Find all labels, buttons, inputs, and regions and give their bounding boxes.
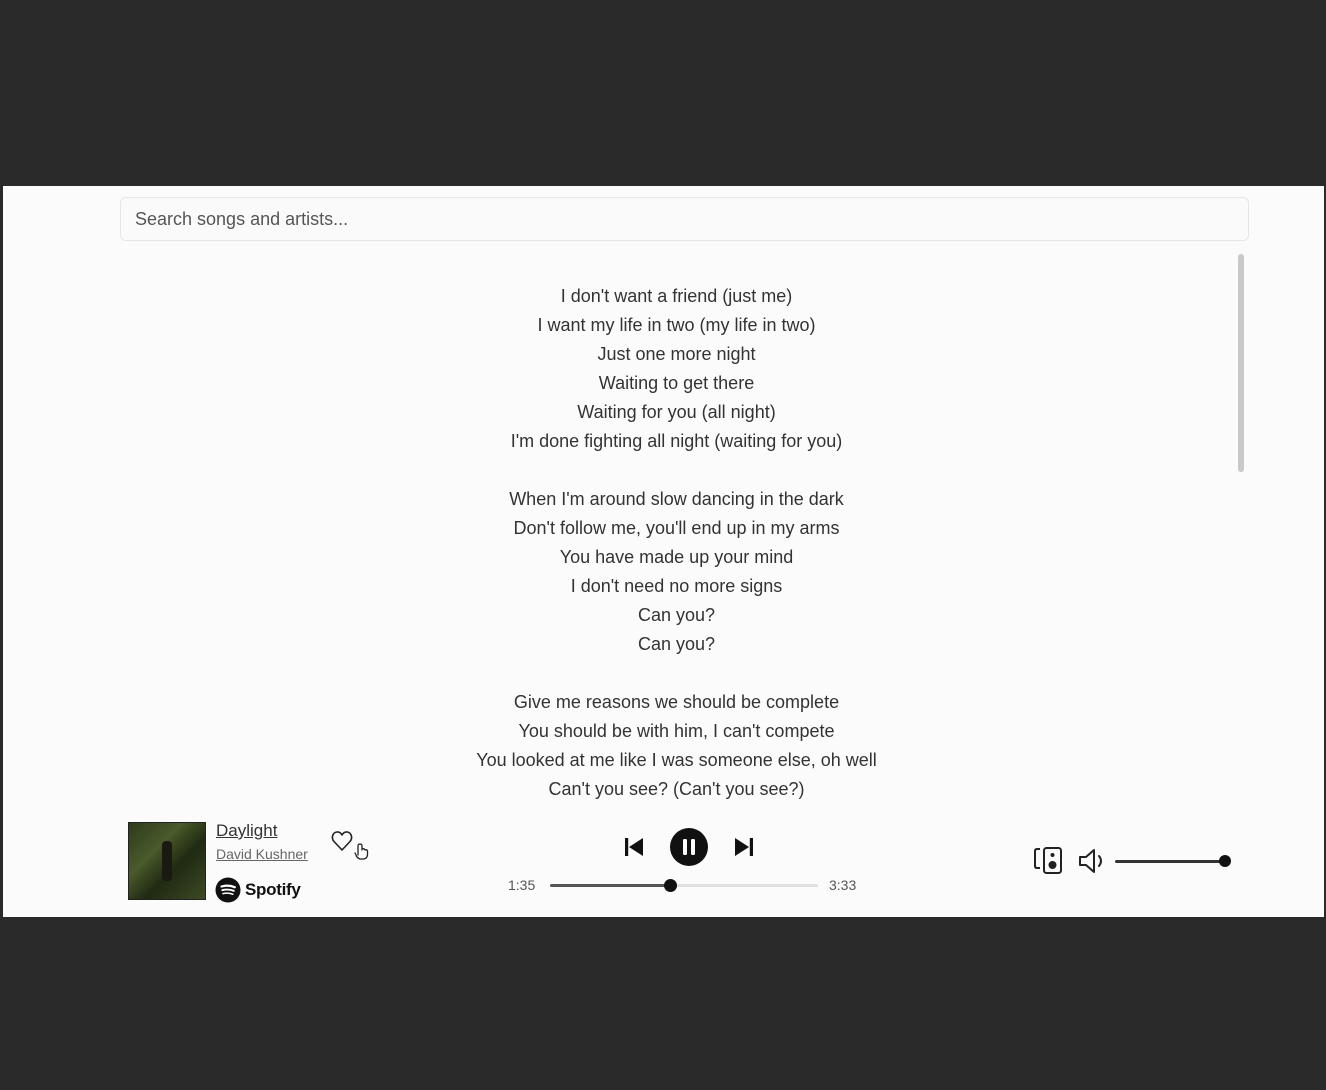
volume-icon[interactable] [1077,846,1109,876]
spotify-source[interactable]: Spotify [215,877,301,903]
app-window: I don't want a friend (just me) I want my… [3,186,1324,917]
skip-next-icon[interactable] [731,834,757,860]
lyric-line: Can you? [637,605,716,625]
lyrics-stanza: I don't want a friend (just me) I want my… [120,282,1233,456]
progress-slider[interactable] [550,879,818,892]
album-art[interactable] [128,822,206,900]
heart-icon[interactable] [331,828,373,862]
lyric-line: When I'm around slow dancing in the dark [509,489,844,509]
lyric-line: Just one more night [597,344,756,364]
current-time: 1:35 [508,877,536,893]
lyrics-text: I don't want a friend (just me) I want my… [120,282,1233,802]
lyric-line: Waiting to get there [598,373,755,393]
volume-track[interactable] [1115,860,1225,863]
volume-slider[interactable] [1115,855,1231,867]
progress-fill [550,884,670,887]
volume-thumb[interactable] [1219,855,1231,867]
player-bar: Daylight David Kushner Spotify 1:35 3:33 [3,802,1324,917]
lyric-line: You looked at me like I was someone else… [476,750,877,770]
total-time: 3:33 [829,877,857,893]
lyric-line: Give me reasons we should be complete [513,692,840,712]
lyric-line: You should be with him, I can't compete [518,721,835,741]
lyrics-stanza: When I'm around slow dancing in the dark… [120,485,1233,659]
progress-thumb[interactable] [663,879,677,892]
pause-icon[interactable] [669,827,709,867]
lyric-line: I want my life in two (my life in two) [537,315,816,335]
track-title-link[interactable]: Daylight [216,821,277,841]
playback-controls [621,827,757,867]
skip-previous-icon[interactable] [621,834,647,860]
connect-device-icon[interactable] [1033,846,1067,876]
spotify-logo-icon [215,877,241,903]
search-bar[interactable] [120,197,1249,241]
lyric-line: Don't follow me, you'll end up in my arm… [513,518,840,538]
lyric-line: I'm done fighting all night (waiting for… [510,431,843,451]
lyric-line: Can't you see? (Can't you see?) [548,779,805,799]
lyric-line: Waiting for you (all night) [577,402,776,422]
lyric-line: I don't need no more signs [570,576,783,596]
track-artist-link[interactable]: David Kushner [216,846,308,862]
lyrics-scrollbar[interactable] [1238,254,1244,472]
lyric-line: I don't want a friend (just me) [560,286,793,306]
lyric-line: Can you? [637,634,716,654]
lyric-line: You have made up your mind [559,547,794,567]
lyrics-panel[interactable]: I don't want a friend (just me) I want my… [120,254,1249,802]
spotify-label: Spotify [245,880,301,899]
search-input[interactable] [135,208,1248,230]
lyrics-stanza: Give me reasons we should be complete You… [120,688,1233,802]
